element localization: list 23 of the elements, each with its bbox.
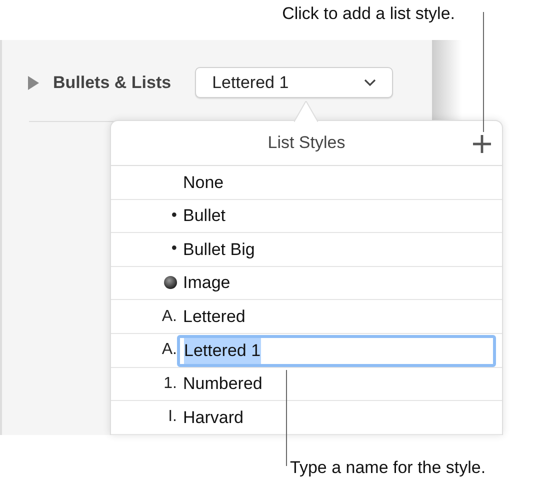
list-style-name[interactable]: Numbered [183, 371, 262, 397]
sphere-icon [164, 276, 177, 290]
callout-text: Type a name for the style. [290, 457, 486, 479]
callout-text: Click to add a list style. [282, 3, 455, 25]
chevron-down-icon [364, 78, 376, 86]
list-marker: I. [167, 407, 178, 428]
disclosure-right-icon[interactable] [27, 76, 39, 90]
style-popup-button[interactable]: Lettered 1 [195, 67, 394, 98]
list-style-name[interactable]: Harvard [183, 404, 244, 430]
list-marker: • [170, 206, 178, 226]
add-icon[interactable] [472, 134, 492, 154]
list-style-name[interactable]: Image [183, 270, 230, 296]
list-marker: • [170, 239, 178, 260]
name-input-field[interactable]: Lettered 1 [177, 334, 496, 367]
list-style-name[interactable]: Bullet [183, 203, 226, 229]
popover-title: List Styles [268, 132, 346, 154]
list-marker: A. [160, 306, 178, 327]
section-title: Bullets & Lists [53, 72, 172, 94]
list-style-name[interactable]: Lettered [183, 304, 246, 330]
list-marker: A. [160, 340, 178, 360]
list-marker: 1. [162, 374, 178, 394]
list-style-name[interactable]: Bullet Big [183, 236, 255, 262]
list-style-name[interactable]: None [183, 170, 224, 196]
